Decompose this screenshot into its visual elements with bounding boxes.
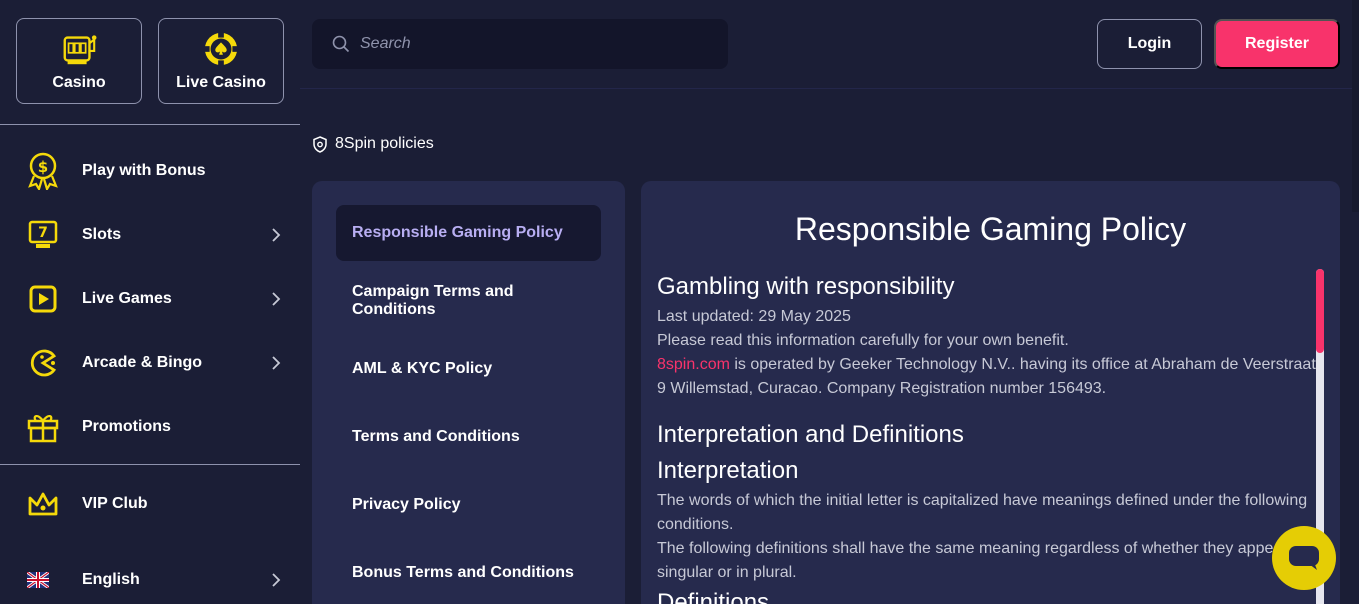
- nav-label-arcade-bingo: Arcade & Bingo: [82, 354, 203, 371]
- bonus-medal-icon: $: [26, 152, 60, 190]
- paragraph-definitions: The following definitions shall have the…: [657, 540, 1305, 581]
- register-button[interactable]: Register: [1214, 19, 1340, 69]
- last-updated: Last updated: 29 May 2025: [657, 308, 851, 325]
- search-input[interactable]: [360, 35, 700, 53]
- chevron-right-icon: [272, 573, 281, 587]
- site-link[interactable]: 8spin.com: [657, 356, 730, 373]
- play-icon: [26, 282, 60, 316]
- nav-label-play-with-bonus: Play with Bonus: [82, 162, 206, 179]
- nav-label-slots: Slots: [82, 226, 122, 243]
- search-icon: [332, 35, 350, 53]
- nav-item-slots[interactable]: 7 Slots: [0, 203, 300, 267]
- paragraph-words: The words of which the initial letter is…: [657, 492, 1308, 533]
- nav-item-language[interactable]: English: [0, 539, 300, 604]
- breadcrumb-label: 8Spin policies: [335, 135, 434, 152]
- nav-item-live-games[interactable]: Live Games: [0, 267, 300, 331]
- live-casino-tile[interactable]: Live Casino: [158, 18, 284, 104]
- read-info: Please read this information carefully f…: [657, 332, 1069, 349]
- header-separator: [300, 88, 1359, 89]
- login-button[interactable]: Login: [1097, 19, 1202, 69]
- search-bar[interactable]: [312, 19, 728, 69]
- policy-title: Responsible Gaming Policy: [794, 211, 1187, 247]
- chat-button[interactable]: [1272, 526, 1336, 590]
- slot-machine-icon: [63, 35, 97, 65]
- policy-item-privacy[interactable]: Privacy Policy: [336, 477, 601, 533]
- page-scrollbar[interactable]: [1352, 0, 1359, 212]
- uk-flag-icon: [26, 563, 50, 597]
- policy-item-terms-conditions[interactable]: Terms and Conditions: [336, 409, 601, 465]
- gift-icon: [26, 410, 60, 444]
- nav-item-arcade-bingo[interactable]: Arcade & Bingo: [0, 331, 300, 395]
- operator-text: is operated by Geeker Technology N.V.. h…: [657, 356, 1316, 397]
- main-nav: $ Play with Bonus 7 Slots Live Games Arc…: [0, 125, 300, 459]
- chat-icon: [1289, 546, 1319, 570]
- pacman-icon: [26, 346, 60, 380]
- heading-gambling: Gambling with responsibility: [657, 273, 955, 300]
- casino-tile-label: Casino: [52, 74, 106, 91]
- slots-icon: 7: [26, 218, 60, 252]
- policy-list: Responsible Gaming Policy Campaign Terms…: [312, 181, 625, 604]
- casino-tile[interactable]: Casino: [16, 18, 142, 104]
- content-scrollbar-thumb[interactable]: [1316, 269, 1324, 353]
- policy-item-bonus-terms[interactable]: Bonus Terms and Conditions: [336, 545, 601, 601]
- svg-text:$: $: [38, 158, 48, 176]
- live-casino-tile-label: Live Casino: [176, 74, 266, 91]
- policy-item-campaign-terms[interactable]: Campaign Terms and Conditions: [336, 273, 601, 329]
- shield-icon: [313, 135, 327, 153]
- poker-chip-icon: [203, 31, 239, 67]
- nav-item-play-with-bonus[interactable]: $ Play with Bonus: [0, 139, 300, 203]
- nav-label-promotions: Promotions: [82, 418, 171, 435]
- chevron-right-icon: [272, 292, 281, 306]
- nav-label-live-games: Live Games: [82, 290, 172, 307]
- policy-item-responsible-gaming[interactable]: Responsible Gaming Policy: [336, 205, 601, 261]
- heading-interpretation-definitions: Interpretation and Definitions: [657, 421, 964, 448]
- policy-item-aml-kyc[interactable]: AML & KYC Policy: [336, 341, 601, 397]
- nav-label-language: English: [82, 571, 140, 588]
- nav-item-promotions[interactable]: Promotions: [0, 395, 300, 459]
- breadcrumb: 8Spin policies: [312, 135, 434, 153]
- policy-body[interactable]: Gambling with responsibility Last update…: [657, 269, 1317, 604]
- chevron-right-icon: [272, 228, 281, 242]
- crown-icon: [26, 487, 60, 521]
- secondary-nav: VIP Club English: [0, 465, 300, 604]
- category-tiles: Casino Live Casino: [0, 0, 300, 125]
- nav-label-vip-club: VIP Club: [82, 495, 148, 512]
- heading-definitions: Definitions: [657, 589, 770, 604]
- policy-content: Responsible Gaming Policy Gambling with …: [641, 181, 1340, 604]
- operator-info: 8spin.com is operated by Geeker Technolo…: [657, 353, 1317, 401]
- nav-item-vip-club[interactable]: VIP Club: [0, 469, 300, 539]
- chevron-right-icon: [272, 356, 281, 370]
- heading-interpretation: Interpretation: [657, 457, 799, 484]
- svg-text:7: 7: [38, 225, 48, 241]
- sidebar: Casino Live Casino $ Play with Bonus 7 S…: [0, 0, 300, 604]
